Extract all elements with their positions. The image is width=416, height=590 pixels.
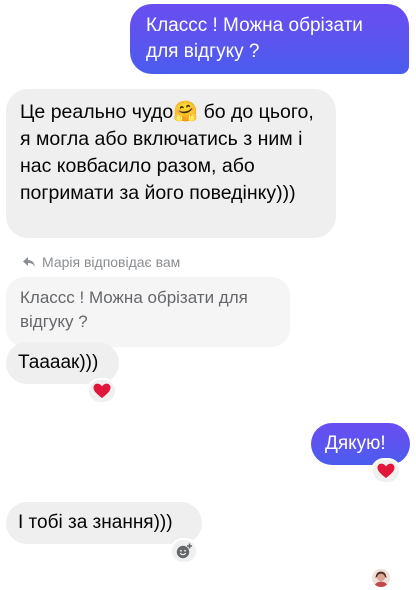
incoming-message-bubble[interactable]: І тобі за знання))) <box>6 502 202 544</box>
heart-icon <box>377 463 395 478</box>
reply-indicator: Марія відповідає вам <box>22 254 180 270</box>
message-text: Классс ! Можна обрізати для відгуку ? <box>146 15 363 62</box>
message-text: Це реально чудо <box>20 101 174 123</box>
reply-label-text: Марія відповідає вам <box>42 254 181 270</box>
heart-icon <box>93 383 111 398</box>
outgoing-message-bubble[interactable]: Классс ! Можна обрізати для відгуку ? <box>130 4 409 74</box>
quoted-message[interactable]: Классс ! Можна обрізати для відгуку ? <box>6 277 290 347</box>
seen-avatar <box>372 569 390 587</box>
heart-reaction[interactable] <box>87 378 117 404</box>
incoming-message-bubble[interactable]: Це реально чудо🤗 бо до цього, я могла аб… <box>6 89 336 238</box>
message-text: Дякую! <box>325 433 386 454</box>
hugging-face-emoji-icon: 🤗 <box>173 99 199 123</box>
heart-reaction[interactable] <box>371 458 401 484</box>
message-text: Таааак))) <box>18 352 99 373</box>
reply-arrow-icon <box>22 255 36 269</box>
outgoing-message-bubble[interactable]: Дякую! <box>311 423 410 465</box>
add-reaction-icon <box>176 543 192 559</box>
add-reaction-button[interactable] <box>170 538 198 564</box>
message-text: І тобі за знання))) <box>18 512 173 533</box>
quoted-text: Классс ! Можна обрізати для відгуку ? <box>20 288 248 331</box>
